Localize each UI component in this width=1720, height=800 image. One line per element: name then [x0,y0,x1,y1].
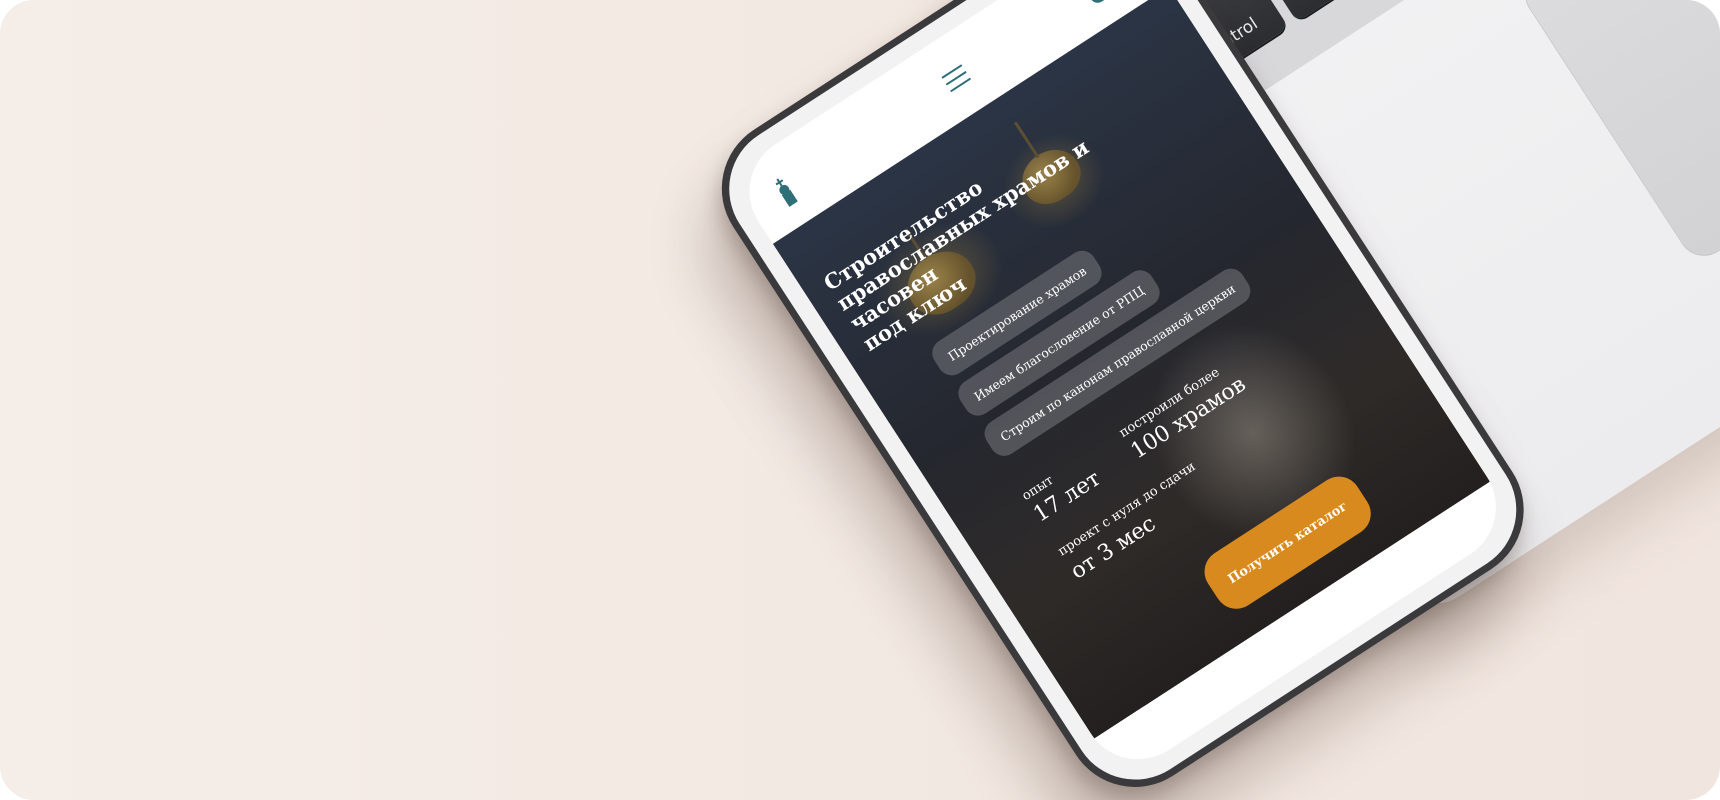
church-logo-icon[interactable] [767,171,804,211]
trackpad[interactable] [1515,0,1720,266]
scene: ~ ! Q W A S D Z X C V control option com… [0,0,1720,800]
telegram-icon[interactable] [1080,0,1119,6]
menu-icon[interactable] [941,64,972,93]
